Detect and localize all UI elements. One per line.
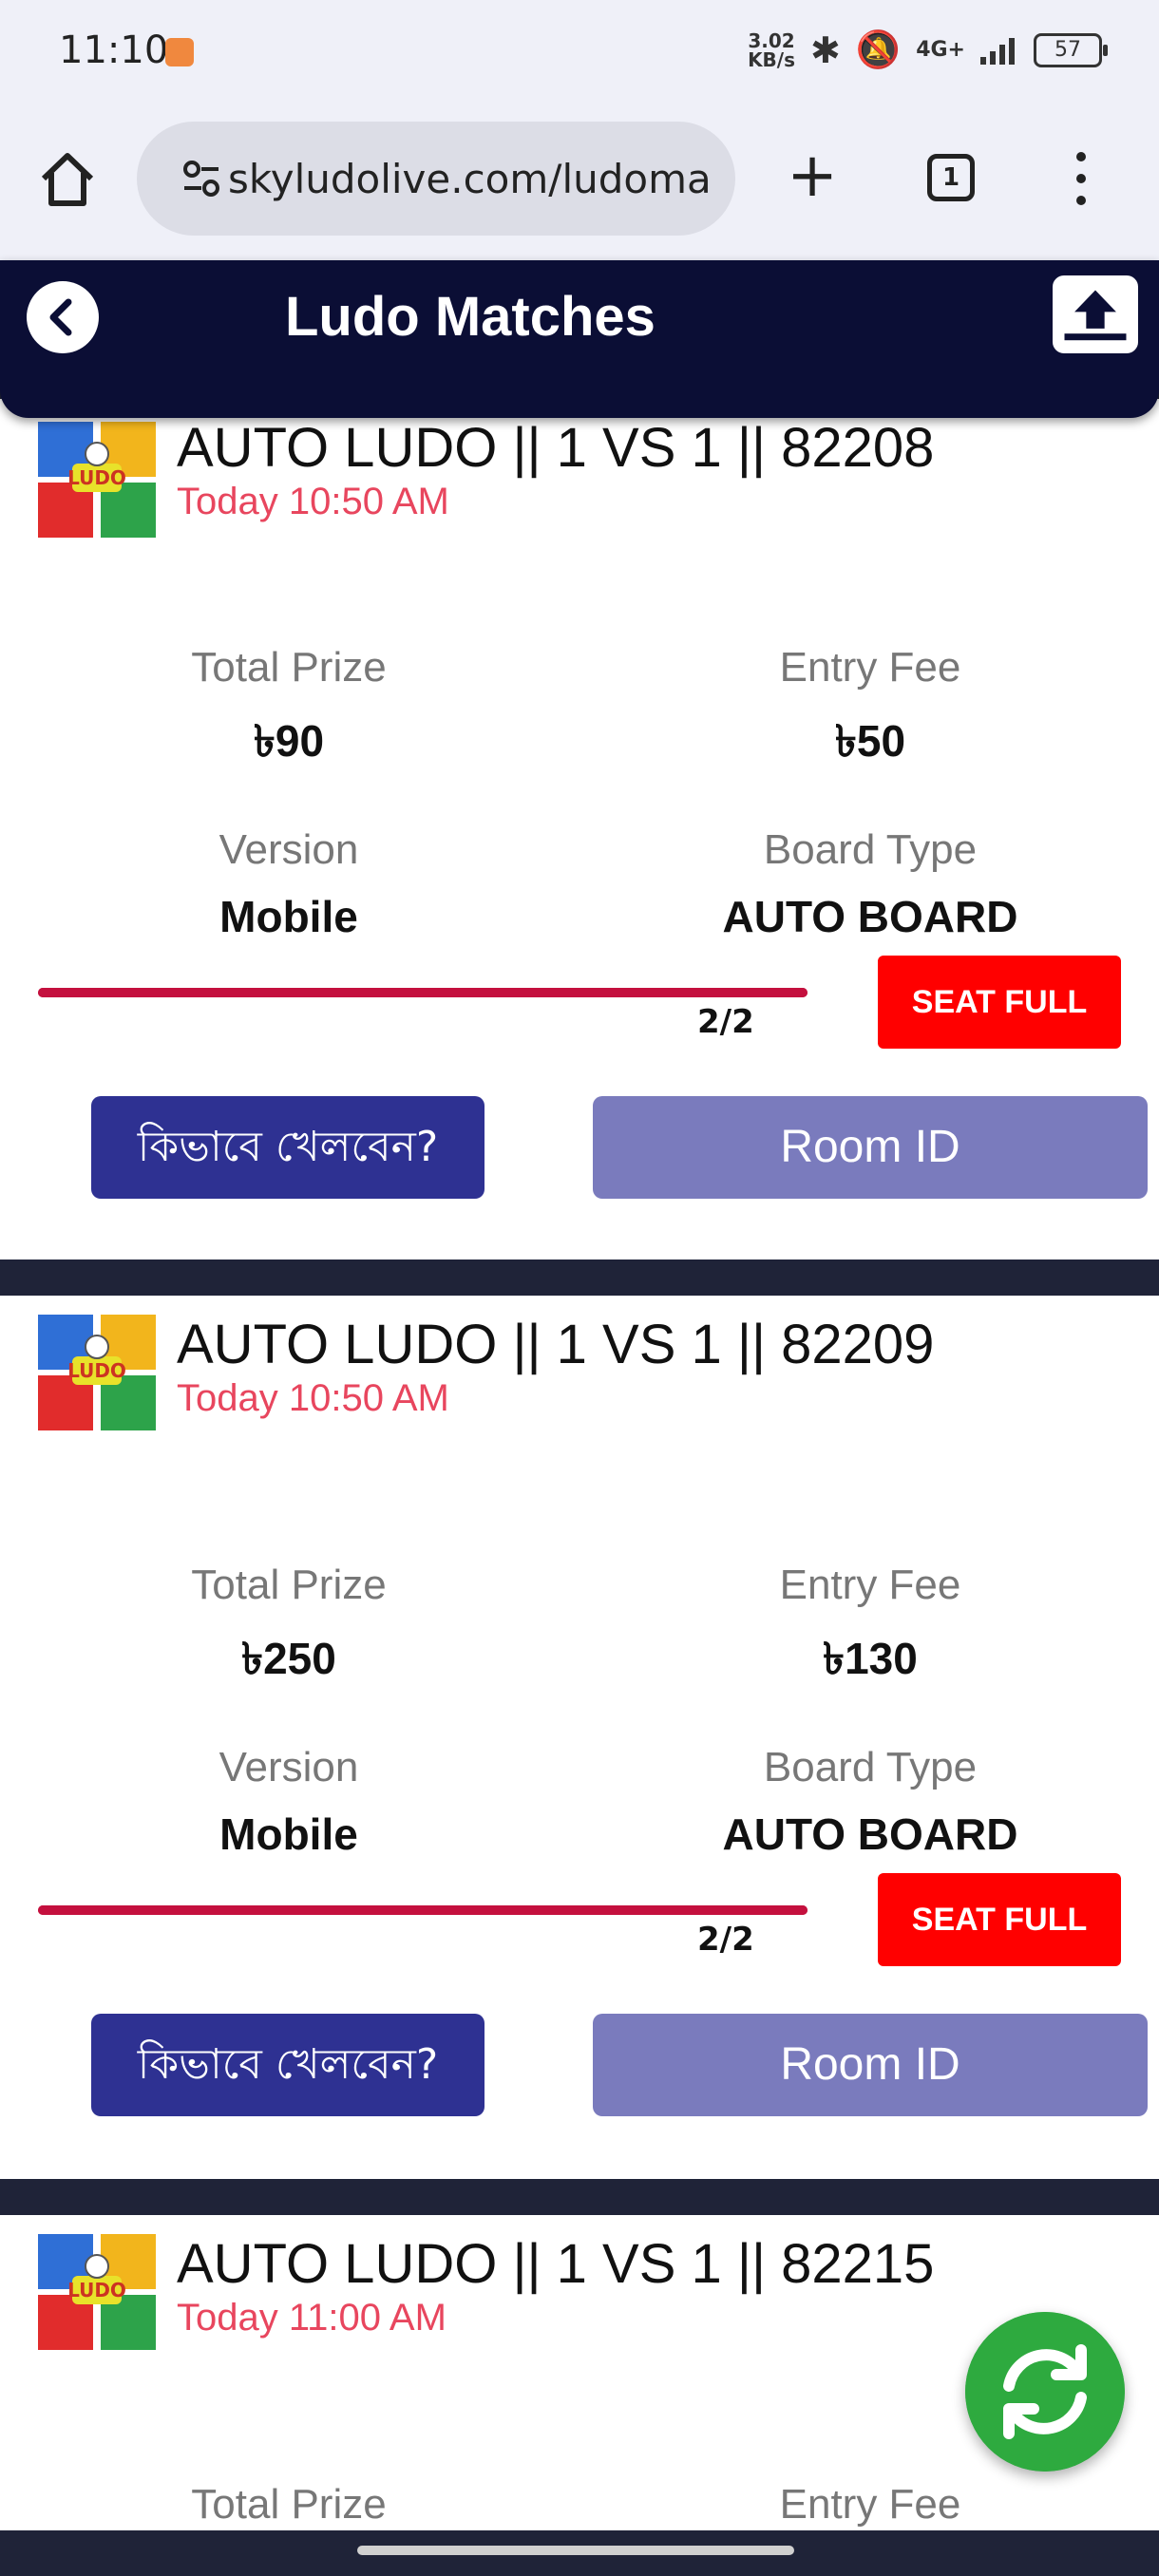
match-time: Today 10:50 AM [177, 1377, 449, 1419]
match-title: AUTO LUDO || 1 VS 1 || 82208 [177, 417, 935, 479]
version-label: Version [218, 1744, 359, 1790]
entry-fee-value: ৳130 [823, 1634, 918, 1683]
site-settings-icon[interactable] [182, 158, 220, 199]
chevron-left-icon[interactable] [27, 281, 99, 353]
bluetooth-icon: ✱ [810, 28, 841, 71]
net-speed-unit: KB/s [748, 47, 796, 71]
new-tab-icon[interactable]: + [779, 142, 846, 209]
total-prize-label: Total Prize [191, 644, 387, 691]
total-prize-value: ৳90 [253, 716, 325, 766]
status-bar: 11:10 3.02 KB/s ✱ 🔕 4G+ 57 [0, 0, 1159, 106]
match-title: AUTO LUDO || 1 VS 1 || 82215 [177, 2233, 935, 2295]
version-value: Mobile [219, 1809, 358, 1859]
gesture-navigation-bar[interactable] [357, 2546, 794, 2555]
players-progress-fill [38, 1905, 808, 1915]
entry-fee-label: Entry Fee [779, 644, 961, 691]
refresh-icon[interactable] [965, 2312, 1125, 2472]
tab-switcher-button[interactable]: 1 [927, 154, 975, 201]
app-header: Ludo Matches [0, 260, 1159, 418]
net-speed: 3.02 KB/s [748, 31, 795, 69]
board-type-label: Board Type [763, 1744, 978, 1790]
shopping-notification-icon [165, 38, 194, 66]
board-type-value: AUTO BOARD [722, 1809, 1018, 1859]
room-id-button[interactable]: Room ID [593, 1096, 1148, 1199]
svg-text:LUDO: LUDO [67, 466, 126, 489]
match-card: LUDO AUTO LUDO || 1 VS 1 || 82209 Today … [0, 1296, 1159, 2179]
total-prize-label: Total Prize [191, 1562, 387, 1608]
version-label: Version [218, 826, 359, 873]
ludo-logo-icon: LUDO [38, 2234, 156, 2350]
net-speed-value: 3.02 [748, 28, 795, 52]
ludo-logo-icon: LUDO [38, 422, 156, 538]
entry-fee-label: Entry Fee [779, 2481, 961, 2528]
match-card: LUDO AUTO LUDO || 1 VS 1 || 82208 Today … [0, 399, 1159, 1260]
board-type-label: Board Type [763, 826, 978, 873]
more-menu-icon[interactable] [1074, 152, 1089, 209]
ludo-logo-icon: LUDO [38, 1315, 156, 1430]
svg-text:LUDO: LUDO [67, 1359, 126, 1382]
browser-toolbar: skyludolive.com/ludoma + 1 [0, 106, 1159, 260]
total-prize-label: Total Prize [191, 2481, 387, 2528]
network-type: 4G+ [916, 38, 965, 62]
match-time: Today 10:50 AM [177, 481, 449, 522]
players-count: 2/2 [697, 1003, 754, 1041]
board-type-value: AUTO BOARD [722, 892, 1018, 941]
how-to-play-button[interactable]: কিভাবে খেলবেন? [91, 2014, 484, 2116]
signal-icon [980, 37, 1015, 65]
how-to-play-button[interactable]: কিভাবে খেলবেন? [91, 1096, 484, 1199]
battery-icon: 57 [1034, 32, 1108, 67]
room-id-button[interactable]: Room ID [593, 2014, 1148, 2116]
seat-full-button[interactable]: SEAT FULL [878, 956, 1121, 1049]
entry-fee-value: ৳50 [834, 716, 906, 766]
players-progress-bar [38, 1905, 808, 1915]
mute-icon: 🔕 [855, 28, 902, 70]
status-icons: 3.02 KB/s ✱ 🔕 4G+ 57 [748, 28, 1108, 71]
seat-full-button[interactable]: SEAT FULL [878, 1873, 1121, 1966]
version-value: Mobile [219, 892, 358, 941]
home-icon[interactable] [34, 146, 101, 213]
status-time: 11:10 [59, 28, 169, 72]
upload-icon[interactable] [1053, 275, 1138, 353]
players-progress-fill [38, 988, 808, 997]
page-title: Ludo Matches [285, 286, 656, 348]
players-progress-bar [38, 988, 808, 997]
match-time: Today 11:00 AM [177, 2297, 446, 2339]
address-bar[interactable]: skyludolive.com/ludoma [137, 122, 735, 236]
players-count: 2/2 [697, 1921, 754, 1959]
svg-text:LUDO: LUDO [67, 2279, 126, 2301]
entry-fee-label: Entry Fee [779, 1562, 961, 1608]
url-text[interactable]: skyludolive.com/ludoma [228, 156, 712, 202]
match-title: AUTO LUDO || 1 VS 1 || 82209 [177, 1314, 935, 1375]
total-prize-value: ৳250 [241, 1634, 336, 1683]
